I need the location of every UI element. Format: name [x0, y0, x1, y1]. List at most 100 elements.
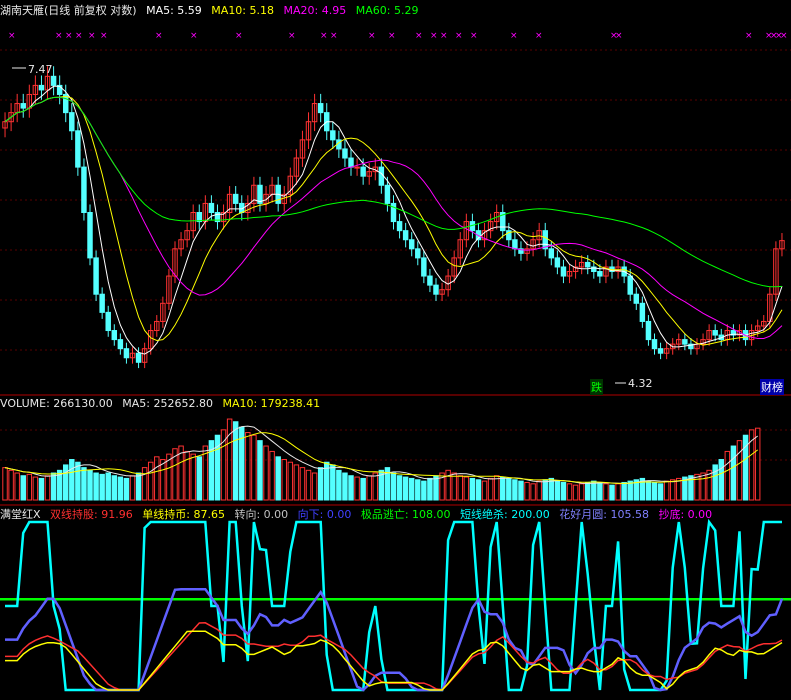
candle-body — [342, 148, 348, 159]
volume-bar — [500, 476, 506, 501]
signal-cross-marker: × — [320, 31, 328, 41]
volume-bar — [718, 459, 725, 501]
signal-cross-marker: × — [75, 31, 83, 41]
event-caibang-badge[interactable]: 财榜 — [760, 379, 784, 395]
volume-bar — [645, 480, 652, 501]
high-price-label: 7.47 — [28, 63, 53, 76]
volume-bar — [694, 473, 700, 501]
volume-bar — [129, 475, 136, 501]
volume-bar — [232, 421, 239, 501]
volume-bar — [754, 427, 761, 501]
volume-bar — [597, 481, 603, 501]
chart-canvas[interactable]: × × × × × × × × × × × × × × × × × × × × × ×× × ×××× — [0, 0, 791, 697]
volume-bar — [651, 481, 658, 501]
candle-body — [135, 352, 142, 363]
signal-cross-marker: × — [330, 31, 338, 41]
candle-body — [20, 103, 26, 109]
candle-body — [384, 184, 391, 204]
signal-cross-marker: × — [535, 31, 543, 41]
volume-bar — [263, 445, 269, 501]
event-die-badge[interactable]: 跌 — [590, 379, 603, 395]
volume-bar — [105, 472, 111, 501]
volume-bar — [14, 472, 20, 501]
signal-cross-marker: × — [430, 31, 438, 41]
volume-bar — [32, 476, 39, 501]
signal-cross-marker: × — [455, 31, 463, 41]
candle-body — [712, 330, 718, 336]
volume-bar — [330, 464, 336, 501]
signal-cross-marker: × — [235, 31, 243, 41]
candle-body — [415, 248, 421, 259]
price-panel: × × × × × × × × × × × × × × × × × × × × × ×× × ×××× — [2, 31, 788, 384]
volume-bar — [657, 483, 664, 501]
candle-body — [81, 166, 87, 214]
candle-body — [208, 202, 215, 213]
volume-ma5-line — [4, 425, 759, 485]
volume-bar — [311, 472, 318, 501]
volume-bar — [117, 476, 124, 501]
candle-body — [330, 130, 336, 141]
signal-cross-marker: × — [55, 31, 63, 41]
volume-bar — [245, 432, 251, 501]
volume-bar — [99, 473, 105, 501]
volume-bar — [336, 469, 342, 501]
volume-bar — [603, 483, 609, 501]
volume-bar — [408, 477, 415, 501]
volume-bar — [147, 461, 154, 501]
volume-bar — [487, 477, 494, 501]
signal-cross-marker: × — [100, 31, 108, 41]
candle-body — [512, 239, 518, 250]
volume-bar — [627, 480, 633, 501]
ma10-legend: MA10: 5.18 — [211, 4, 275, 17]
ma20-legend: MA20: 4.95 — [283, 4, 347, 17]
signal-cross-marker: × — [8, 31, 16, 41]
candle-body — [554, 257, 561, 268]
candle-body — [402, 230, 409, 241]
stock-chart-stage[interactable]: × × × × × × × × × × × × × × × × × × × × × × × × × × × × 湖南天雁(日线 前复权… — [0, 0, 791, 697]
volume-bar — [50, 472, 57, 501]
candle-body — [38, 84, 45, 91]
candle-body — [99, 293, 105, 313]
candle-body — [354, 166, 360, 169]
volume-bar — [251, 434, 257, 501]
signal-cross-marker: × — [88, 31, 96, 41]
volume-ma5-legend: MA5: 252652.80 — [122, 397, 213, 410]
volume-bar — [518, 480, 524, 501]
volume-bar — [572, 484, 579, 501]
candle-body — [639, 302, 646, 322]
signal-cross-marker: × — [288, 31, 296, 41]
candle-body — [657, 348, 664, 354]
volume-bar — [712, 464, 718, 501]
volume-bar — [615, 483, 621, 501]
signal-cross-marker: × — [155, 31, 163, 41]
indicator-panel — [0, 518, 791, 692]
candle-body — [651, 339, 658, 350]
signal-cross-marker: × — [745, 31, 753, 41]
candle-body — [421, 257, 427, 277]
volume-bar — [415, 479, 421, 501]
volume-bar — [724, 450, 731, 501]
volume-bar — [154, 456, 160, 501]
volume-bar — [457, 475, 464, 501]
candle-body — [360, 166, 366, 177]
indicator-legend-1: 双线持股: 91.96 — [50, 508, 133, 521]
candle-body — [69, 112, 75, 132]
low-price-label: 4.32 — [628, 377, 653, 390]
volume-legend-value: VOLUME: 266130.00 — [0, 397, 113, 410]
volume-bar — [475, 479, 482, 501]
volume-bar — [554, 480, 561, 501]
candle-body — [396, 221, 403, 232]
signal-cross-marker: × — [190, 31, 198, 41]
candle-body — [75, 130, 81, 168]
short-kill-line — [5, 518, 782, 692]
signal-cross-marker: × — [65, 31, 73, 41]
volume-bar — [481, 480, 488, 501]
volume-bar — [135, 472, 142, 501]
volume-legend: VOLUME: 266130.00 MA5: 252652.80 MA10: 1… — [0, 397, 326, 411]
volume-bar — [669, 479, 676, 501]
volume-bar — [281, 459, 287, 501]
ma60-legend: MA60: 5.29 — [355, 4, 419, 17]
volume-bar — [348, 475, 354, 501]
volume-bar — [293, 464, 300, 501]
volume-bar — [366, 475, 372, 501]
